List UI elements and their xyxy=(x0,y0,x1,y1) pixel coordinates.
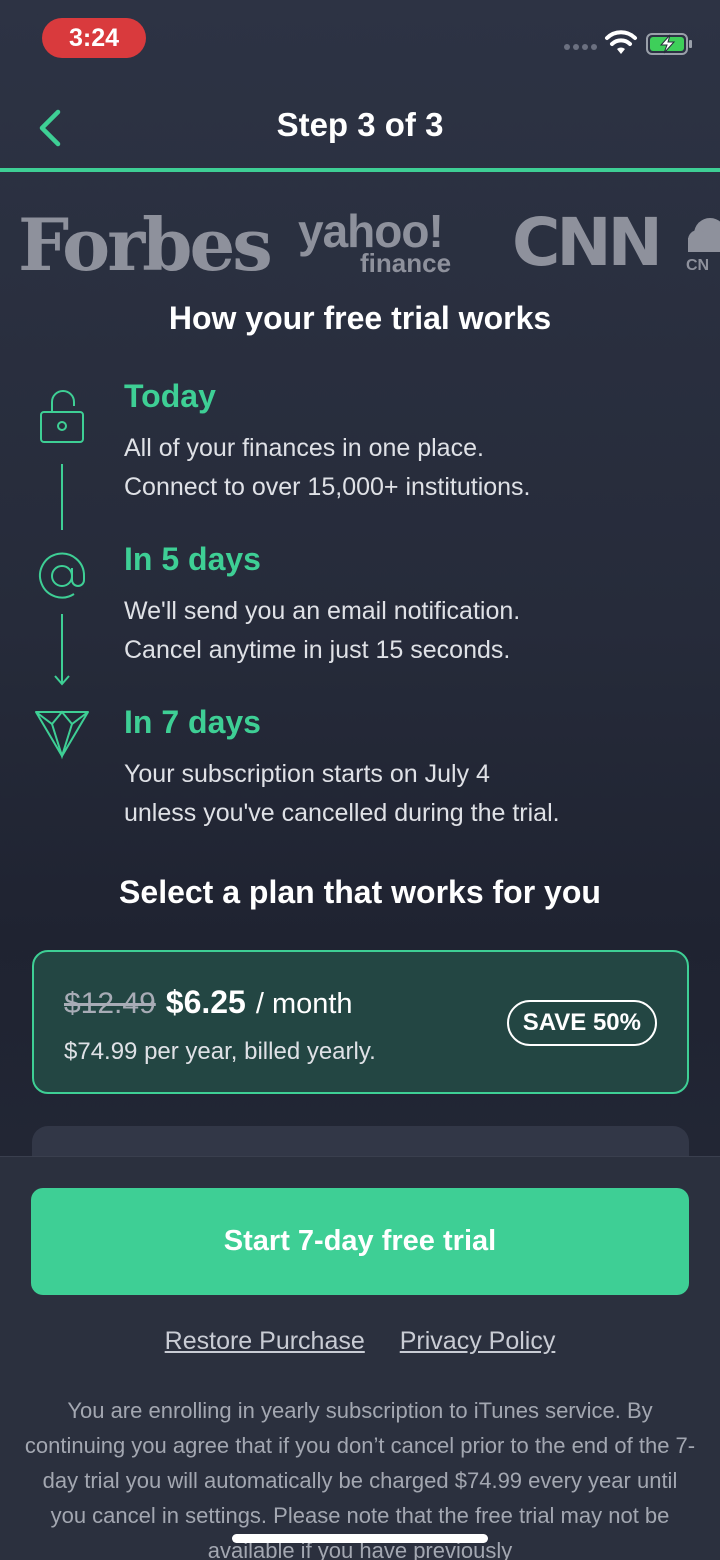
step-description: Your subscription starts on July 4 unles… xyxy=(124,755,560,833)
old-price: $12.49 xyxy=(64,987,156,1020)
new-price: $6.25 xyxy=(165,984,246,1020)
step-description: All of your finances in one place. Conne… xyxy=(124,429,531,507)
cnn-logo: CNN xyxy=(512,204,663,280)
restore-purchase-link[interactable]: Restore Purchase xyxy=(165,1327,365,1355)
plan-section-title: Select a plan that works for you xyxy=(119,874,601,910)
step-description: We'll send you an email notification. Ca… xyxy=(124,592,520,670)
nav-bar: Step 3 of 3 xyxy=(0,80,720,172)
privacy-policy-link[interactable]: Privacy Policy xyxy=(400,1327,556,1355)
plan-billing-text: $74.99 per year, billed yearly. xyxy=(64,1038,376,1065)
step-heading: Today xyxy=(124,378,216,414)
trial-step-today: Today All of your finances in one place.… xyxy=(124,378,531,507)
step-line: unless you've cancelled during the trial… xyxy=(124,799,560,827)
press-logos: Forbes yahoo! finance CNN CN xyxy=(0,200,720,280)
price-period: / month xyxy=(255,988,353,1020)
diamond-icon xyxy=(35,710,89,760)
step-line: Cancel anytime in just 15 seconds. xyxy=(124,636,511,664)
step-line: Connect to over 15,000+ institutions. xyxy=(124,473,531,501)
timeline-arrow-icon xyxy=(54,614,70,686)
battery-charging-icon xyxy=(646,33,692,55)
step-line: Your subscription starts on July 4 xyxy=(124,760,490,788)
yearly-plan-card[interactable]: $12.49 $6.25 / month $74.99 per year, bi… xyxy=(32,950,689,1094)
step-heading: In 7 days xyxy=(124,704,261,740)
step-heading: In 5 days xyxy=(124,541,261,577)
timeline-connector xyxy=(61,464,63,530)
svg-text:CN: CN xyxy=(686,257,709,272)
home-indicator[interactable] xyxy=(232,1534,488,1543)
at-sign-icon xyxy=(39,552,86,599)
step-line: We'll send you an email notification. xyxy=(124,597,521,625)
unlock-icon xyxy=(40,390,84,443)
status-time: 3:24 xyxy=(42,18,146,58)
yahoo-finance-logo-sub: finance xyxy=(360,248,452,278)
footer-links: Restore Purchase Privacy Policy xyxy=(0,1327,720,1356)
cnn-partial-logo-icon: CN xyxy=(686,218,720,272)
page-title: Step 3 of 3 xyxy=(276,106,444,143)
trial-step-5-days: In 5 days We'll send you an email notifi… xyxy=(124,541,520,670)
status-bar: 3:24 xyxy=(0,0,720,80)
step-line: All of your finances in one place. xyxy=(124,434,484,462)
cellular-dots-icon xyxy=(564,44,597,50)
trial-step-7-days: In 7 days Your subscription starts on Ju… xyxy=(124,704,560,833)
trial-section-title: How your free trial works xyxy=(168,300,552,336)
bottom-sheet: Start 7-day free trial Restore Purchase … xyxy=(0,1156,720,1560)
wifi-icon xyxy=(605,30,637,54)
start-trial-button[interactable]: Start 7-day free trial xyxy=(31,1188,689,1295)
plan-price-row: $12.49 $6.25 / month xyxy=(64,984,353,1021)
forbes-logo: Forbes xyxy=(18,202,273,280)
save-badge: SAVE 50% xyxy=(506,1000,657,1046)
